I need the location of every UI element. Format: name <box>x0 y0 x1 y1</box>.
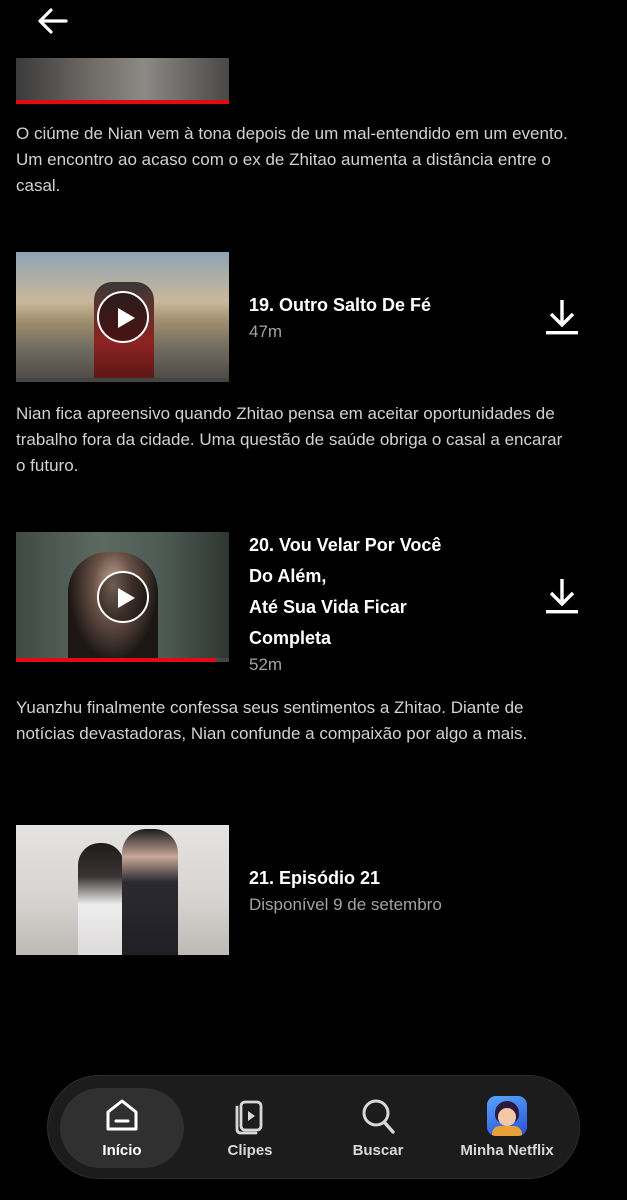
episode-21-availability: Disponível 9 de setembro <box>249 895 442 914</box>
nav-item-inicio[interactable]: Início <box>60 1076 184 1180</box>
nav-item-clipes[interactable]: Clipes <box>190 1076 310 1180</box>
episode-20-duration: 52m <box>249 655 283 674</box>
nav-label: Minha Netflix <box>460 1142 554 1159</box>
episode-19-thumbnail[interactable] <box>16 252 229 382</box>
episode-19-title[interactable]: 19. Outro Salto De Fé <box>249 290 431 321</box>
episode-18-progress <box>16 100 229 104</box>
episode-21-title[interactable]: 21. Episódio 21 <box>249 863 380 894</box>
play-icon[interactable] <box>96 571 149 623</box>
profile-avatar <box>487 1096 527 1136</box>
back-arrow-icon[interactable] <box>36 6 70 36</box>
episode-19-description: Nian fica apreensivo quando Zhitao pensa… <box>16 404 563 475</box>
episode-20-description: Yuanzhu finalmente confessa seus sentime… <box>16 698 528 743</box>
episode-20-title-line: Completa <box>249 628 332 648</box>
episode-20-title-line: Do Além, <box>249 566 327 586</box>
nav-label: Clipes <box>227 1142 273 1159</box>
nav-label: Buscar <box>352 1142 404 1159</box>
home-icon <box>102 1096 142 1139</box>
nav-item-minha-netflix[interactable]: Minha Netflix <box>446 1076 568 1180</box>
episode-19-progress-track <box>16 378 229 382</box>
episode-21-thumbnail[interactable] <box>16 825 229 955</box>
episode-20-title-line: Até Sua Vida Ficar <box>249 597 407 617</box>
episode-20-progress <box>16 658 217 662</box>
download-icon[interactable] <box>545 298 579 338</box>
download-icon[interactable] <box>545 577 579 617</box>
episode-20-title-line: 20. Vou Velar Por Você <box>249 535 442 555</box>
nav-item-buscar[interactable]: Buscar <box>318 1076 438 1180</box>
episode-19-duration: 47m <box>249 322 283 341</box>
bottom-navigation: Início Clipes Buscar Minha Netflix <box>47 1075 580 1179</box>
episode-20-thumbnail[interactable] <box>16 532 229 662</box>
nav-label: Início <box>102 1142 142 1159</box>
episode-18-description: O ciúme de Nian vem à tona depois de um … <box>16 124 568 195</box>
play-icon[interactable] <box>96 291 149 343</box>
clips-icon <box>232 1096 268 1141</box>
search-icon <box>359 1096 397 1141</box>
episode-18-thumbnail[interactable] <box>16 58 229 104</box>
